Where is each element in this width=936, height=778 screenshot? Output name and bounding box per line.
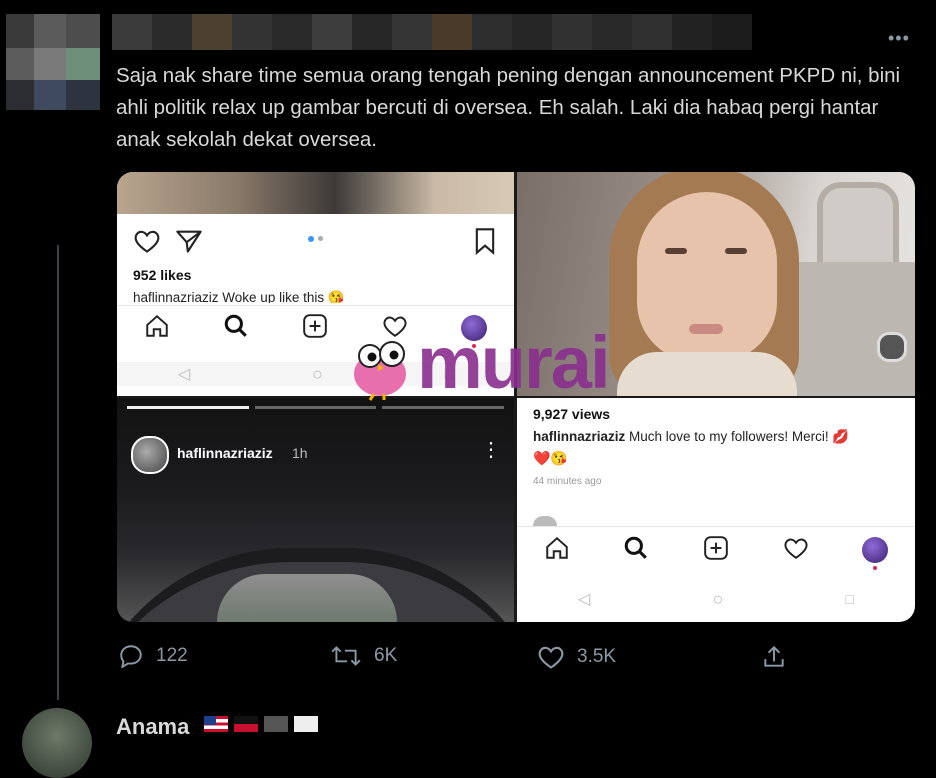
profile-avatar[interactable] bbox=[862, 537, 889, 570]
views-count: 9,927 views bbox=[533, 406, 611, 422]
home-nav-icon[interactable]: ○ bbox=[312, 364, 323, 385]
media-panel-bottom-right[interactable]: 9,927 views haflinnazriaziz Much love to… bbox=[517, 398, 915, 622]
pixelated-username[interactable] bbox=[112, 14, 752, 50]
like-heart-icon bbox=[538, 646, 564, 669]
share-icon bbox=[764, 645, 784, 667]
shoulders bbox=[617, 352, 797, 396]
murai-logo bbox=[350, 334, 420, 402]
home-nav-icon[interactable]: ○ bbox=[712, 589, 723, 610]
reply-button[interactable]: 122 bbox=[118, 644, 188, 668]
story-username[interactable]: haflinnazriaziz bbox=[177, 445, 273, 461]
back-nav-icon[interactable]: ◁ bbox=[178, 364, 190, 384]
bookmark-icon[interactable] bbox=[473, 227, 497, 260]
tweet-media-grid[interactable]: 952 likes haflinnazriaziz Woke up like t… bbox=[117, 172, 915, 622]
add-post-icon[interactable] bbox=[703, 535, 729, 566]
window-view bbox=[217, 574, 397, 622]
instagram-bottom-nav bbox=[517, 534, 915, 570]
heart-icon[interactable] bbox=[133, 228, 161, 259]
murai-watermark: murai bbox=[417, 321, 611, 404]
add-post-icon[interactable] bbox=[302, 313, 328, 344]
reply-count: 122 bbox=[156, 645, 188, 666]
next-tweet-avatar[interactable] bbox=[22, 708, 92, 778]
thread-line bbox=[57, 245, 59, 700]
nav-divider bbox=[117, 305, 514, 306]
next-tweet-name[interactable]: Anama bbox=[116, 714, 189, 740]
nav-divider bbox=[517, 526, 915, 527]
post-username[interactable]: haflinnazriaziz bbox=[533, 429, 625, 444]
retweet-button[interactable]: 6K bbox=[330, 644, 397, 668]
back-nav-icon[interactable]: ◁ bbox=[578, 589, 590, 609]
eye-right bbox=[725, 248, 747, 254]
tweet-text: Saja nak share time semua orang tengah p… bbox=[116, 64, 901, 151]
eye-left bbox=[665, 248, 687, 254]
story-time: 1h bbox=[292, 445, 308, 461]
search-icon[interactable] bbox=[623, 535, 649, 566]
emoji-line: ❤️😘 bbox=[533, 450, 568, 466]
reply-icon bbox=[120, 645, 142, 668]
send-icon[interactable] bbox=[175, 228, 203, 259]
more-horizontal-icon[interactable]: ••• bbox=[888, 28, 910, 49]
share-button[interactable] bbox=[761, 644, 787, 670]
retweet-icon bbox=[331, 646, 361, 666]
home-icon[interactable] bbox=[144, 313, 170, 344]
post-time: 44 minutes ago bbox=[533, 476, 602, 487]
activity-heart-icon[interactable] bbox=[783, 535, 809, 566]
pixelated-avatar[interactable] bbox=[0, 0, 110, 110]
face bbox=[637, 192, 777, 362]
carousel-dots bbox=[308, 236, 323, 242]
comment-preview bbox=[533, 516, 557, 526]
story-progress-bar bbox=[127, 406, 505, 409]
post-caption-text: Much love to my followers! Merci! 💋 bbox=[625, 429, 850, 444]
like-button[interactable]: 3.5K bbox=[537, 644, 616, 670]
recents-nav-icon[interactable]: □ bbox=[845, 591, 853, 607]
story-avatar[interactable] bbox=[131, 436, 169, 474]
retweet-count: 6K bbox=[374, 645, 398, 666]
media-panel-bottom-left[interactable]: haflinnazriaziz 1h ⋮ bbox=[117, 398, 514, 622]
flag-icons bbox=[204, 716, 318, 732]
home-icon[interactable] bbox=[544, 535, 570, 566]
system-nav-bar: ◁ ○ □ bbox=[517, 586, 915, 612]
story-more-icon[interactable]: ⋮ bbox=[481, 440, 501, 460]
lips bbox=[689, 324, 723, 334]
post-caption-line: haflinnazriaziz Much love to my follower… bbox=[533, 429, 903, 445]
like-count: 3.5K bbox=[577, 646, 617, 667]
post-caption: haflinnazriaziz Woke up like this 😘 bbox=[133, 290, 345, 303]
speaker-icon bbox=[877, 332, 907, 362]
search-icon[interactable] bbox=[223, 313, 249, 344]
photo-strip bbox=[117, 172, 514, 214]
likes-count: 952 likes bbox=[133, 267, 192, 283]
